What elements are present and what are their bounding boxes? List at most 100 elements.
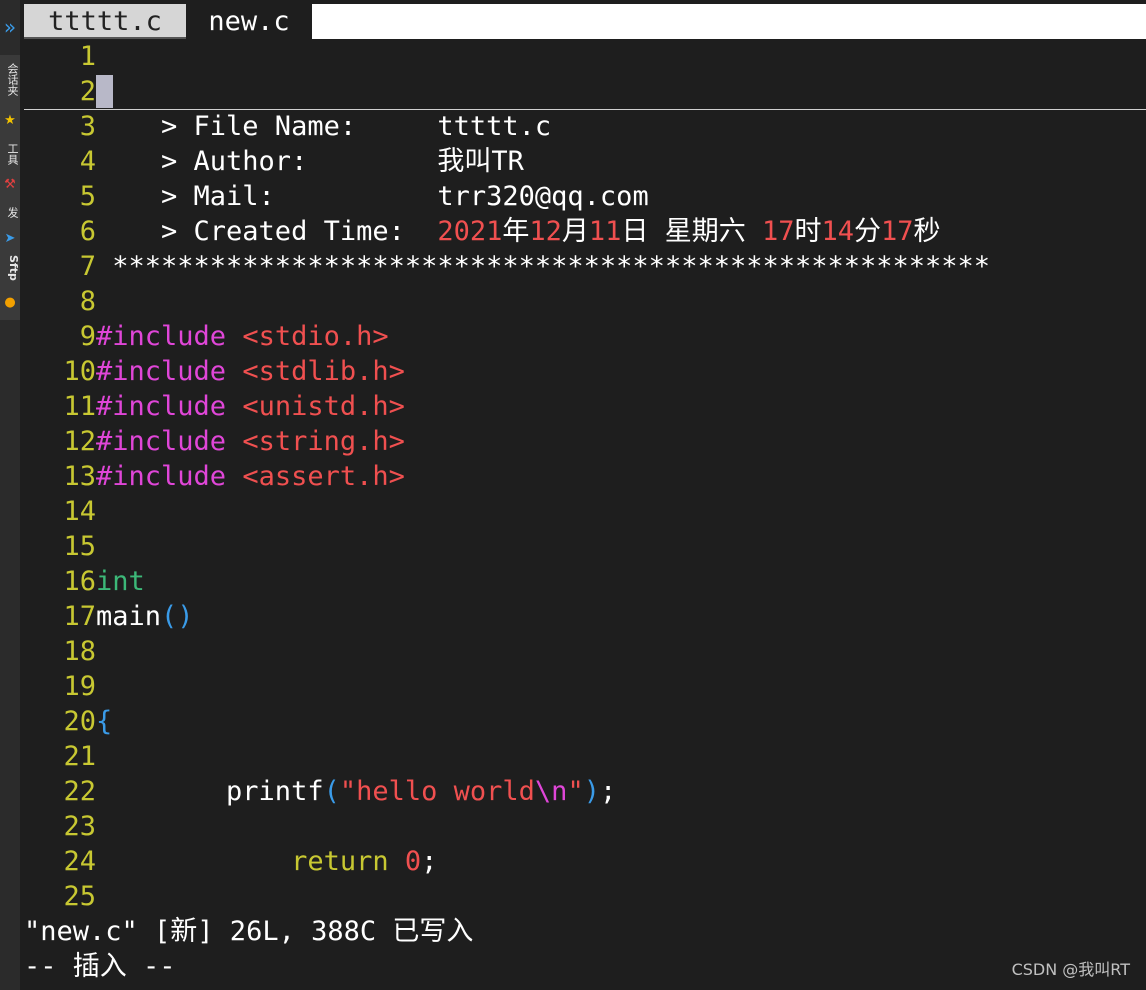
code-line: 14 (24, 494, 1146, 529)
created-year: 2021 (437, 216, 503, 247)
line-number: 21 (63, 741, 96, 772)
code-line: 7 **************************************… (24, 249, 1146, 284)
created-second-unit: 秒 (913, 216, 941, 247)
created-hour: 17 (761, 216, 795, 247)
code-line: 25 (24, 879, 1146, 914)
line-number: 7 (79, 251, 96, 282)
line-number: 23 (63, 811, 96, 842)
include-header: <stdlib.h> (242, 356, 405, 387)
code-line: 21 (24, 739, 1146, 774)
line-number: 15 (63, 531, 96, 562)
line-number: 11 (63, 391, 96, 422)
type-keyword: int (96, 566, 145, 597)
brace-open: { (96, 706, 113, 737)
sessions-tab-label[interactable]: 会话夹 (0, 63, 20, 96)
code-line: 15 (24, 529, 1146, 564)
include-header: <unistd.h> (242, 391, 405, 422)
code-line: 23 (24, 809, 1146, 844)
line-number: 18 (63, 636, 96, 667)
write-message: "new.c" [新] 26L, 388C 已写入 (24, 916, 474, 947)
return-keyword: return (96, 846, 389, 877)
code-line: 17 main() (24, 599, 1146, 634)
created-day-unit: 日 星期六 (621, 216, 762, 247)
code-line: 24 return 0; (24, 844, 1146, 879)
watermark: CSDN @我叫RT (1011, 960, 1130, 979)
include-directive: #include (96, 461, 227, 492)
line-number: 19 (63, 671, 96, 702)
side-toolbar-strip: 会话夹 ★ 工具 ⚒ 发 ➤ Sftp ● (0, 55, 20, 320)
include-header: <assert.h> (242, 461, 405, 492)
author-value: 我叫TR (437, 146, 524, 177)
tab-ttttt-c[interactable]: ttttt.c (24, 4, 186, 39)
code-line: 16 int (24, 564, 1146, 599)
function-name: main (96, 601, 162, 632)
line-number: 9 (79, 321, 96, 352)
tab-bar: ttttt.c new.c (24, 4, 1146, 39)
include-directive: #include (96, 391, 227, 422)
sftp-tab-label[interactable]: Sftp (0, 255, 20, 281)
line-number: 25 (63, 881, 96, 912)
text-cursor (96, 75, 113, 108)
printf-call: printf (96, 776, 324, 807)
code-line: 13 #include <assert.h> (24, 459, 1146, 494)
line-number: 8 (79, 286, 96, 317)
include-directive: #include (96, 426, 227, 457)
code-line: 20{ (24, 704, 1146, 739)
line-number: 12 (63, 426, 96, 457)
line-number: 3 (79, 111, 96, 142)
author-label: > Author: (96, 146, 438, 177)
string-literal: hello world (356, 776, 535, 807)
send-tab-label[interactable]: 发 (0, 207, 20, 218)
code-line: 11 #include <unistd.h> (24, 389, 1146, 424)
string-quote: " (339, 776, 357, 807)
expand-chevron-icon[interactable]: » (1, 16, 19, 38)
line-number: 2 (79, 76, 96, 107)
side-toolbar: » 会话夹 ★ 工具 ⚒ 发 ➤ Sftp ● (0, 0, 20, 990)
line-number: 4 (79, 146, 96, 177)
file-name-value: ttttt.c (437, 111, 552, 142)
line-number: 6 (79, 216, 96, 247)
tab-new-c[interactable]: new.c (186, 4, 312, 39)
function-parens: () (161, 601, 194, 632)
escape-sequence: \n (534, 776, 568, 807)
printf-close-paren: ) (583, 776, 600, 807)
code-line: 18 (24, 634, 1146, 669)
code-line: 19 (24, 669, 1146, 704)
line-number: 14 (63, 496, 96, 527)
code-line: 22 printf("hello world\n"); (24, 774, 1146, 809)
line-number: 16 (63, 566, 96, 597)
mail-value: trr320@qq.com (437, 181, 649, 212)
code-line: 3 > File Name: ttttt.c (24, 109, 1146, 144)
include-header: <string.h> (242, 426, 405, 457)
created-month: 12 (529, 216, 562, 247)
return-value: 0 (404, 846, 422, 877)
created-hour-unit: 时 (794, 216, 822, 247)
line-number: 22 (63, 776, 96, 807)
file-name-label: > File Name: (96, 111, 438, 142)
semicolon: ; (421, 846, 438, 877)
comment-stars: ****************************************… (96, 251, 991, 282)
send-icon[interactable]: ➤ (2, 231, 18, 247)
include-directive: #include (96, 356, 227, 387)
tools-tab-label[interactable]: 工具 (0, 143, 20, 165)
code-line: 10 #include <stdlib.h> (24, 354, 1146, 389)
line-number: 13 (63, 461, 96, 492)
code-line: 6 > Created Time: 2021年12月11日 星期六 17时14分… (24, 214, 1146, 249)
code-line: 12 #include <string.h> (24, 424, 1146, 459)
mail-label: > Mail: (96, 181, 438, 212)
include-directive: #include (96, 321, 227, 352)
include-header: <stdio.h> (242, 321, 389, 352)
line-number: 24 (63, 846, 96, 877)
tool-icon[interactable]: ⚒ (2, 177, 18, 193)
created-month-unit: 月 (561, 216, 589, 247)
line-number: 17 (63, 601, 96, 632)
code-line: 4 > Author: 我叫TR (24, 144, 1146, 179)
code-line: 5 > Mail: trr320@qq.com (24, 179, 1146, 214)
cursor-line: 2 (24, 74, 1146, 110)
line-number: 20 (63, 706, 96, 737)
star-icon[interactable]: ★ (2, 113, 18, 129)
line-number: 5 (79, 181, 96, 212)
created-minute-unit: 分 (853, 216, 881, 247)
sftp-icon[interactable]: ● (2, 295, 18, 311)
line-number: 10 (63, 356, 96, 387)
